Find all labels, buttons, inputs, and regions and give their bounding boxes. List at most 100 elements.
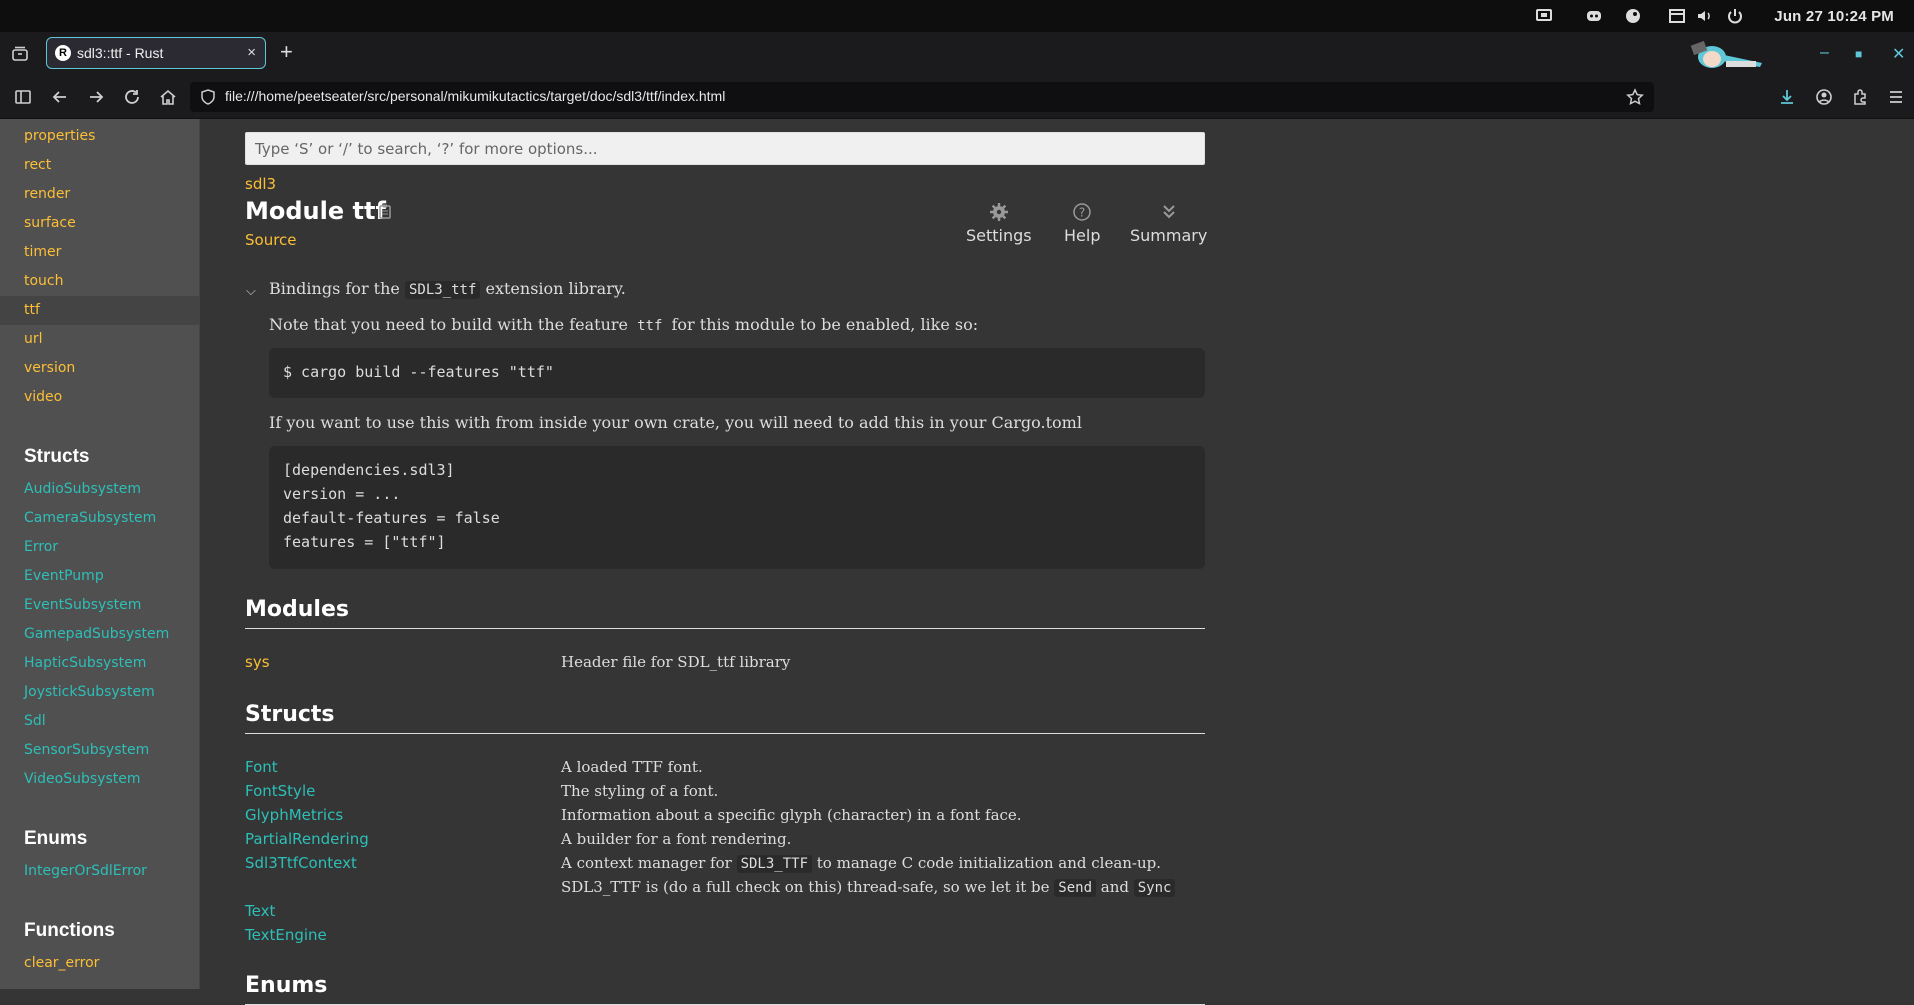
sidebar-struct-gamepadsubsystem[interactable]: GamepadSubsystem — [24, 626, 169, 642]
sidebar-struct-hapticsubsystem[interactable]: HapticSubsystem — [24, 655, 146, 671]
close-tab-icon[interactable]: × — [247, 44, 256, 61]
desc-text: SDL3_TTF is (do a full check on this) th… — [561, 878, 1055, 896]
new-tab-button[interactable]: + — [280, 41, 293, 63]
cargo-toml-text: If you want to use this with from inside… — [269, 413, 1082, 432]
display-icon[interactable] — [1668, 7, 1686, 25]
sidebar-struct-videosubsystem[interactable]: VideoSubsystem — [24, 771, 140, 787]
summary-text-pre: Bindings for the — [269, 279, 405, 298]
breadcrumb-sdl3[interactable]: sdl3 — [245, 175, 276, 193]
help-label: Help — [1064, 226, 1101, 245]
copy-path-icon[interactable] — [377, 203, 395, 221]
note-text-pre: Note that you need to build with the fea… — [269, 315, 634, 334]
module-summary: Bindings for the SDL3_ttf extension libr… — [269, 279, 626, 299]
minimize-button[interactable]: – — [1820, 44, 1829, 62]
discord-icon[interactable] — [1585, 7, 1603, 25]
code-line: [dependencies.sdl3] — [283, 461, 455, 479]
account-icon[interactable] — [1815, 88, 1833, 106]
code-line: features = ["ttf"] — [283, 533, 446, 551]
help-button[interactable]: ? Help — [1064, 202, 1100, 245]
struct-link-text[interactable]: Text — [245, 902, 275, 920]
sidebar-struct-eventpump[interactable]: EventPump — [24, 568, 104, 584]
reload-icon[interactable] — [123, 88, 141, 106]
sidebar-structs-heading[interactable]: Structs — [24, 446, 89, 468]
sidebar-toggle-icon[interactable] — [14, 88, 32, 106]
tab-overview-icon[interactable] — [11, 45, 29, 63]
structs-section-heading[interactable]: Structs — [245, 702, 1205, 734]
sidebar-item-video[interactable]: video — [24, 389, 62, 405]
module-desc-sys: Header file for SDL_ttf library — [561, 653, 791, 671]
sidebar-enums-heading[interactable]: Enums — [24, 828, 87, 850]
note-code: ttf — [637, 318, 663, 334]
struct-desc-glyphmetrics: Information about a specific glyph (char… — [561, 806, 1022, 824]
collapse-chevrons-icon — [1162, 205, 1175, 219]
feature-note: Note that you need to build with the fea… — [269, 315, 978, 334]
screen-icon[interactable] — [1535, 7, 1553, 25]
forward-icon[interactable] — [87, 88, 105, 106]
code-line: default-features = false — [283, 509, 500, 527]
back-icon[interactable] — [51, 88, 69, 106]
sidebar-item-surface[interactable]: surface — [24, 215, 76, 231]
maximize-button[interactable]: ■ — [1855, 47, 1862, 61]
enums-section-heading[interactable]: Enums — [245, 973, 1205, 1005]
struct-link-font[interactable]: Font — [245, 758, 278, 776]
close-window-button[interactable]: ✕ — [1892, 44, 1905, 64]
url-text[interactable]: file:///home/peetseater/src/personal/mik… — [225, 88, 725, 104]
desc-code: Send — [1054, 879, 1096, 897]
tab-sdl3-ttf[interactable]: R sdl3::ttf - Rust × — [46, 37, 266, 69]
module-link-sys[interactable]: sys — [245, 653, 270, 671]
search-input[interactable]: Type ‘S’ or ‘/’ to search, ‘?’ for more … — [245, 132, 1205, 165]
desc-text: to manage C code initialization and clea… — [812, 854, 1162, 872]
clock[interactable]: Jun 27 10:24 PM — [1774, 8, 1894, 25]
bookmark-star-icon[interactable] — [1626, 88, 1644, 111]
steam-icon[interactable] — [1624, 7, 1642, 25]
sidebar-item-ttf[interactable]: ttf — [24, 302, 40, 318]
summary-button[interactable]: Summary — [1130, 202, 1207, 245]
settings-button[interactable]: Settings — [966, 202, 1032, 245]
sidebar-struct-audiosubsystem[interactable]: AudioSubsystem — [24, 481, 141, 497]
code-block-cargo-toml[interactable]: [dependencies.sdl3] version = ... defaul… — [269, 446, 1205, 569]
home-icon[interactable] — [159, 88, 177, 106]
power-icon[interactable] — [1726, 7, 1744, 25]
sidebar-struct-sdl[interactable]: Sdl — [24, 713, 46, 729]
address-bar[interactable]: file:///home/peetseater/src/personal/mik… — [190, 82, 1654, 112]
sidebar-enum-integerorsdlerror[interactable]: IntegerOrSdlError — [24, 863, 147, 879]
doc-sidebar: properties rect render surface timer tou… — [0, 119, 200, 989]
chevron-down-icon[interactable]: ⌵ — [246, 283, 256, 299]
sidebar-item-url[interactable]: url — [24, 331, 43, 347]
struct-link-glyphmetrics[interactable]: GlyphMetrics — [245, 806, 343, 824]
sidebar-function-clear-error[interactable]: clear_error — [24, 955, 99, 971]
search-placeholder: Type ‘S’ or ‘/’ to search, ‘?’ for more … — [255, 140, 598, 158]
sidebar-struct-error[interactable]: Error — [24, 539, 58, 555]
sidebar-struct-camerasubsystem[interactable]: CameraSubsystem — [24, 510, 156, 526]
sidebar-struct-joysticksubsystem[interactable]: JoystickSubsystem — [24, 684, 155, 700]
downloads-icon[interactable] — [1778, 88, 1796, 106]
volume-icon[interactable] — [1696, 7, 1714, 25]
extensions-icon[interactable] — [1851, 88, 1869, 106]
desc-code: SDL3_TTF — [736, 855, 812, 873]
sidebar-item-version[interactable]: version — [24, 360, 75, 376]
sidebar-item-properties[interactable]: properties — [24, 128, 95, 144]
gear-icon — [989, 203, 1008, 221]
source-link[interactable]: Source — [245, 231, 297, 249]
struct-link-partialrendering[interactable]: PartialRendering — [245, 830, 369, 848]
struct-desc-sdl3ttfcontext: A context manager for SDL3_TTF to manage… — [561, 854, 1162, 873]
summary-code: SDL3_ttf — [404, 281, 481, 299]
menu-icon[interactable] — [1887, 88, 1905, 106]
rust-favicon-icon: R — [55, 45, 71, 61]
sidebar-struct-eventsubsystem[interactable]: EventSubsystem — [24, 597, 141, 613]
sidebar-item-render[interactable]: render — [24, 186, 70, 202]
struct-link-textengine[interactable]: TextEngine — [245, 926, 327, 944]
sidebar-struct-sensorsubsystem[interactable]: SensorSubsystem — [24, 742, 149, 758]
sidebar-functions-heading[interactable]: Functions — [24, 920, 115, 942]
struct-desc-sdl3ttfcontext-line2: SDL3_TTF is (do a full check on this) th… — [561, 878, 1176, 897]
struct-link-fontstyle[interactable]: FontStyle — [245, 782, 315, 800]
sidebar-item-touch[interactable]: touch — [24, 273, 64, 289]
site-info-icon[interactable] — [200, 89, 216, 105]
sidebar-item-rect[interactable]: rect — [24, 157, 51, 173]
desc-text: A context manager for — [561, 854, 737, 872]
sidebar-item-timer[interactable]: timer — [24, 244, 61, 260]
modules-section-heading[interactable]: Modules — [245, 597, 1205, 629]
code-block-cargo-build[interactable]: $ cargo build --features "ttf" — [269, 348, 1205, 398]
struct-link-sdl3ttfcontext[interactable]: Sdl3TtfContext — [245, 854, 357, 872]
desc-code: Sync — [1133, 879, 1176, 897]
